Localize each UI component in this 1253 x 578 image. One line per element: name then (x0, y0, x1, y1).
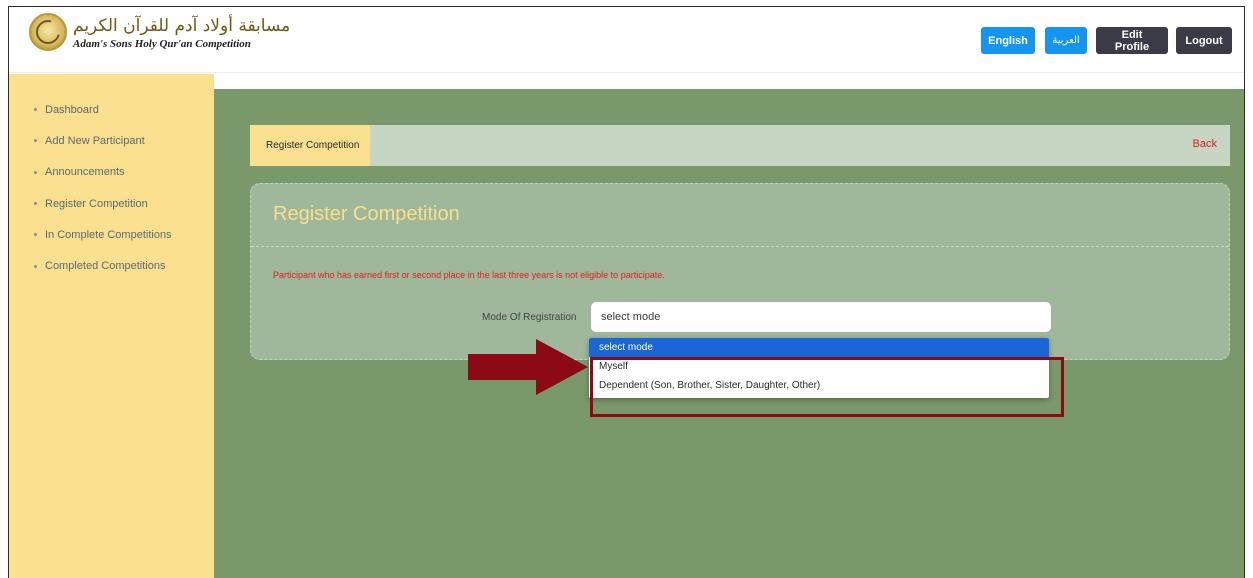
sidebar-item-in-complete-competitions[interactable]: In Complete Competitions (9, 219, 214, 250)
top-header: مسابقة أولاد آدم للقرآن الكريم Adam's So… (9, 7, 1244, 73)
sidebar-item-dashboard[interactable]: Dashboard (9, 94, 214, 125)
sidebar-item-register-competition[interactable]: Register Competition (9, 188, 214, 219)
card-divider (251, 246, 1229, 247)
sidebar-item-add-new-participant[interactable]: Add New Participant (9, 125, 214, 156)
mode-of-registration-select[interactable]: select mode (591, 302, 1051, 332)
mode-dropdown-list: select mode Myself Dependent (Son, Broth… (589, 338, 1049, 398)
eligibility-notice: Participant who has earned first or seco… (273, 270, 665, 280)
sidebar-item-label: Dashboard (45, 103, 99, 116)
sidebar: Dashboard Add New Participant Announceme… (9, 74, 214, 578)
logo-english-text: Adam's Sons Holy Qur'an Competition (73, 37, 251, 50)
sidebar-item-label: Register Competition (45, 197, 148, 210)
bullet-icon (34, 264, 37, 268)
edit-profile-button[interactable]: Edit Profile (1096, 27, 1168, 54)
breadcrumb: Register Competition Back (250, 125, 1230, 166)
content-top-strip (214, 74, 1244, 89)
page-title: Register Competition (273, 203, 460, 225)
bullet-icon (34, 108, 37, 112)
app-window: مسابقة أولاد آدم للقرآن الكريم Adam's So… (8, 6, 1245, 578)
logo-text: مسابقة أولاد آدم للقرآن الكريم Adam's So… (73, 15, 290, 50)
dropdown-option-myself[interactable]: Myself (589, 357, 1049, 376)
site-logo[interactable]: مسابقة أولاد آدم للقرآن الكريم Adam's So… (29, 13, 290, 51)
english-language-button[interactable]: English (981, 27, 1035, 54)
sidebar-item-completed-competitions[interactable]: Completed Competitions (9, 250, 214, 281)
sidebar-item-label: Announcements (45, 166, 125, 179)
annotation-arrow-icon (468, 339, 588, 395)
bullet-icon (34, 170, 37, 174)
bullet-icon (34, 233, 37, 237)
breadcrumb-current: Register Competition (250, 125, 370, 166)
sidebar-item-label: In Complete Competitions (45, 228, 172, 241)
back-link[interactable]: Back (1193, 138, 1217, 150)
sidebar-item-announcements[interactable]: Announcements (9, 157, 214, 188)
mode-of-registration-label: Mode Of Registration (482, 312, 577, 323)
arabic-language-button[interactable]: العربية (1045, 27, 1087, 54)
bullet-icon (34, 139, 37, 143)
sidebar-item-label: Completed Competitions (45, 260, 166, 273)
sidebar-item-label: Add New Participant (45, 134, 145, 147)
bullet-icon (34, 202, 37, 206)
logo-emblem-icon (29, 13, 67, 51)
dropdown-option-select-mode[interactable]: select mode (589, 338, 1049, 357)
main-content: Register Competition Back Register Compe… (214, 74, 1244, 578)
dropdown-option-dependent[interactable]: Dependent (Son, Brother, Sister, Daughte… (589, 376, 1049, 395)
logout-button[interactable]: Logout (1176, 27, 1232, 54)
logo-arabic-text: مسابقة أولاد آدم للقرآن الكريم (73, 15, 291, 36)
register-competition-card: Register Competition Participant who has… (250, 183, 1230, 360)
